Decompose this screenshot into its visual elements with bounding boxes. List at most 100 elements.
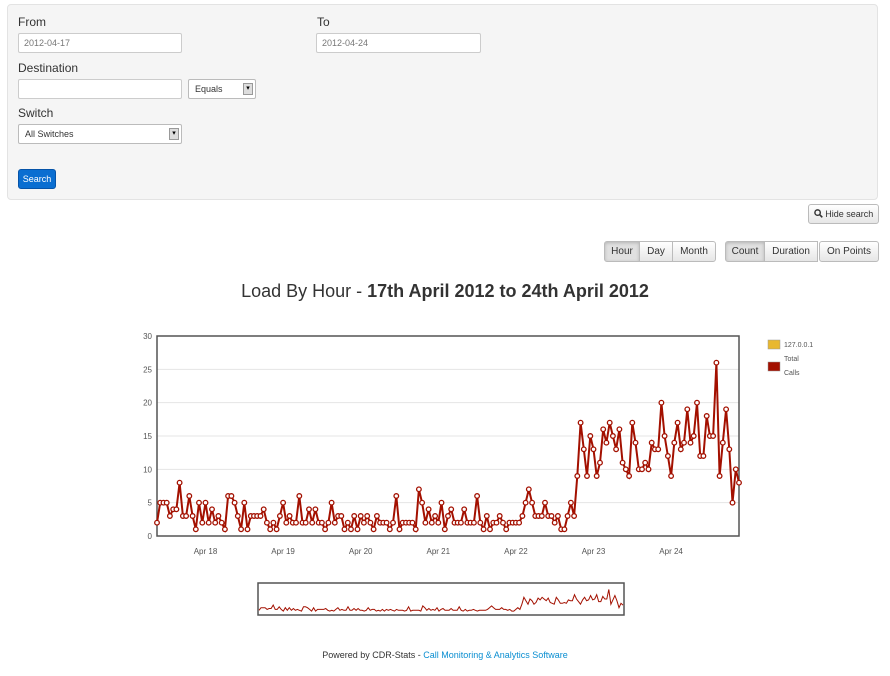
data-point[interactable] [496, 513, 503, 519]
data-point[interactable] [487, 526, 493, 533]
data-point[interactable] [238, 526, 245, 533]
data-point[interactable] [438, 499, 445, 506]
period-hour-button[interactable]: Hour [604, 241, 640, 262]
data-point[interactable] [723, 406, 730, 413]
data-point[interactable] [212, 519, 219, 526]
data-point[interactable] [525, 486, 532, 493]
data-point[interactable] [493, 519, 500, 526]
data-point[interactable] [367, 519, 374, 526]
data-point[interactable] [500, 519, 506, 526]
data-point[interactable] [690, 433, 697, 439]
data-point[interactable] [584, 473, 590, 479]
data-point[interactable] [154, 519, 160, 526]
data-point[interactable] [597, 459, 603, 466]
data-point[interactable] [373, 513, 380, 519]
data-point[interactable] [457, 519, 464, 526]
data-point[interactable] [415, 486, 422, 493]
data-point[interactable] [276, 513, 283, 519]
data-point[interactable] [703, 413, 710, 419]
data-point[interactable] [474, 493, 481, 499]
footer-link[interactable]: Call Monitoring & Analytics Software [423, 650, 568, 660]
data-point[interactable] [234, 513, 241, 519]
data-point[interactable] [564, 513, 571, 519]
data-point[interactable] [241, 499, 248, 506]
data-point[interactable] [648, 439, 655, 446]
data-point[interactable] [325, 519, 332, 526]
data-point[interactable] [668, 473, 675, 479]
data-point[interactable] [435, 519, 442, 526]
data-point[interactable] [183, 513, 190, 519]
data-point[interactable] [716, 473, 723, 479]
data-point[interactable] [606, 419, 613, 426]
data-point[interactable] [199, 519, 206, 526]
data-point[interactable] [341, 526, 348, 533]
data-point[interactable] [642, 459, 649, 466]
search-button[interactable]: Search [18, 169, 56, 189]
data-point[interactable] [671, 439, 678, 446]
data-point[interactable] [684, 406, 691, 413]
data-point[interactable] [192, 526, 199, 533]
data-point[interactable] [205, 519, 212, 526]
data-point[interactable] [244, 526, 251, 533]
data-point[interactable] [622, 466, 629, 473]
data-point[interactable] [231, 499, 238, 506]
data-point[interactable] [186, 493, 193, 499]
data-point[interactable] [383, 519, 390, 526]
destination-match-select[interactable]: Equals ▾ [188, 79, 256, 99]
data-point[interactable] [561, 526, 568, 533]
data-point[interactable] [571, 513, 578, 519]
data-point[interactable] [267, 526, 274, 533]
data-point[interactable] [483, 513, 490, 519]
data-point[interactable] [593, 473, 600, 479]
data-point[interactable] [655, 446, 662, 453]
data-point[interactable] [202, 499, 209, 506]
data-point[interactable] [344, 519, 351, 526]
data-point[interactable] [273, 526, 280, 533]
data-point[interactable] [322, 526, 329, 533]
data-point[interactable] [609, 433, 616, 439]
data-point[interactable] [309, 519, 316, 526]
data-point[interactable] [260, 506, 267, 513]
data-point[interactable] [616, 426, 623, 433]
data-point[interactable] [390, 519, 396, 526]
data-point[interactable] [626, 473, 633, 479]
data-point[interactable] [351, 513, 358, 519]
data-point[interactable] [619, 459, 626, 466]
data-point[interactable] [306, 506, 312, 513]
data-point[interactable] [328, 499, 335, 506]
data-point[interactable] [658, 399, 665, 406]
data-point[interactable] [189, 513, 196, 519]
data-point[interactable] [732, 466, 739, 473]
data-point[interactable] [529, 499, 536, 506]
data-point[interactable] [710, 433, 717, 439]
data-point[interactable] [600, 426, 607, 433]
data-point[interactable] [694, 399, 700, 406]
data-point[interactable] [729, 499, 736, 506]
period-month-button[interactable]: Month [672, 241, 716, 262]
metric-count-button[interactable]: Count [725, 241, 765, 262]
hide-search-button[interactable]: Hide search [808, 204, 879, 224]
data-point[interactable] [713, 359, 720, 366]
data-point[interactable] [173, 506, 180, 513]
data-point[interactable] [477, 519, 484, 526]
data-point[interactable] [163, 499, 170, 506]
metric-duration-button[interactable]: Duration [764, 241, 818, 262]
data-point[interactable] [687, 439, 694, 446]
to-date-input[interactable]: 2012-04-24 [316, 33, 481, 53]
data-point[interactable] [196, 499, 202, 506]
data-point[interactable] [280, 499, 287, 506]
data-point[interactable] [503, 526, 510, 533]
data-point[interactable] [432, 513, 439, 519]
data-point[interactable] [393, 493, 400, 499]
data-point[interactable] [461, 506, 468, 513]
data-point[interactable] [228, 493, 235, 499]
data-point[interactable] [441, 526, 448, 533]
from-date-input[interactable]: 2012-04-17 [18, 33, 182, 53]
data-point[interactable] [736, 479, 742, 486]
data-point[interactable] [386, 526, 393, 533]
data-point[interactable] [519, 513, 526, 519]
data-point[interactable] [293, 519, 299, 526]
data-point[interactable] [419, 499, 426, 506]
data-point[interactable] [312, 506, 319, 513]
data-point[interactable] [632, 439, 639, 446]
